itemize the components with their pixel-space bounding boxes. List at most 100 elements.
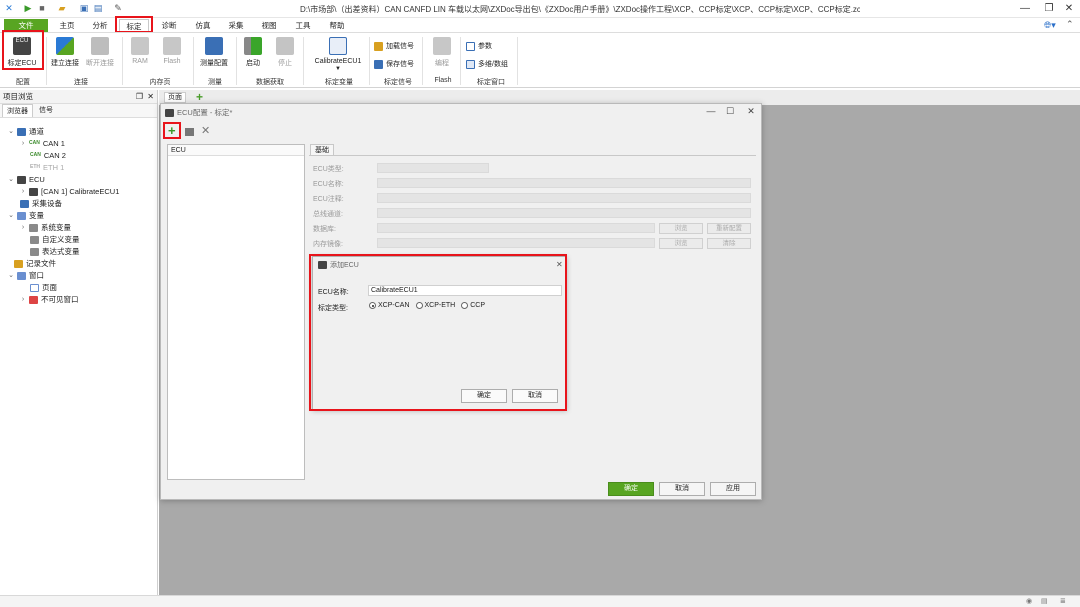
radio-xcp-eth[interactable]: XCP-ETH xyxy=(415,302,455,309)
menu-calibration[interactable]: 标定 xyxy=(119,19,149,32)
tree-ecu[interactable]: ⌄ ECU xyxy=(8,174,45,185)
delete-ecu-icon[interactable]: ✕ xyxy=(201,124,210,137)
save-icon[interactable]: ▣ xyxy=(78,2,90,14)
tree-channel[interactable]: ⌄ 通道 xyxy=(8,126,44,137)
ecu-config-titlebar: ECU配置 - 标定* xyxy=(165,107,232,118)
stop-button[interactable]: 停止 xyxy=(273,35,297,68)
close-icon[interactable]: ✕ xyxy=(1060,2,1078,15)
radio-ccp[interactable]: CCP xyxy=(461,302,485,309)
close-icon[interactable]: ✕ xyxy=(556,260,563,269)
radio-unchecked-icon xyxy=(415,302,423,309)
add-ecu-ok-button[interactable]: 确定 xyxy=(461,389,507,403)
radio-xcp-can[interactable]: XCP-CAN xyxy=(369,302,410,309)
tab-signal[interactable]: 信号 xyxy=(35,104,57,117)
tree-can2[interactable]: CAN CAN 2 xyxy=(30,150,66,161)
tree-invisible[interactable]: › 不可见窗口 xyxy=(20,294,79,305)
load-signal-button[interactable]: 加载信号 xyxy=(374,41,414,51)
add-ecu-icon[interactable]: + xyxy=(168,124,176,137)
menu-file[interactable]: 文件 xyxy=(4,19,48,32)
ecu-icon xyxy=(165,108,174,117)
clear-button[interactable]: 清除 xyxy=(707,238,751,249)
ecu-chip-icon: ECU xyxy=(13,37,31,55)
database-select[interactable] xyxy=(377,223,655,233)
tree-sysvar[interactable]: › 系统变量 xyxy=(20,222,71,233)
ecu-note-field[interactable] xyxy=(377,193,751,203)
tree-window[interactable]: ⌄ 窗口 xyxy=(8,270,44,281)
tree-ecu-item[interactable]: › [CAN 1] CalibrateECU1 xyxy=(20,186,120,197)
menu-simulation[interactable]: 仿真 xyxy=(192,19,214,32)
stop-icon[interactable]: ■ xyxy=(36,2,48,14)
close-icon[interactable]: ✕ xyxy=(744,106,758,117)
open-folder-icon[interactable]: ▰ xyxy=(56,2,68,14)
add-page-icon[interactable]: + xyxy=(196,91,203,103)
doc-tab-page[interactable]: 页面 xyxy=(164,92,186,103)
mem-image-row: 内存镜像: 浏览 清除 xyxy=(313,238,753,249)
connect-button[interactable]: 建立连接 xyxy=(50,35,80,68)
browse-image-button[interactable]: 浏览 xyxy=(659,238,703,249)
reconfig-button[interactable]: 重新配置 xyxy=(707,223,751,234)
menu-home[interactable]: 主页 xyxy=(56,19,78,32)
chevron-down-icon: ⌄ xyxy=(8,272,14,279)
chevron-up-icon[interactable]: ⌃ xyxy=(1066,19,1074,30)
browse-db-button[interactable]: 浏览 xyxy=(659,223,703,234)
maximize-icon[interactable]: ☐ xyxy=(723,106,737,117)
tree-custvar[interactable]: 自定义变量 xyxy=(30,234,80,245)
globe-icon[interactable]: 🌐︎▾ xyxy=(1044,20,1056,31)
flash-page-button[interactable]: Flash xyxy=(159,35,185,65)
minimize-icon[interactable]: — xyxy=(1016,2,1034,15)
tree-record[interactable]: 记录文件 xyxy=(14,258,56,269)
calibrate-ecu1-dropdown[interactable]: CalibrateECU1 ▼ xyxy=(311,35,365,72)
measure-config-button[interactable]: 测量配置 xyxy=(197,35,231,68)
calibrate-ecu-button[interactable]: ECU 标定ECU xyxy=(6,35,38,68)
pin-icon[interactable]: ❐ xyxy=(136,90,143,104)
bus-channel-select[interactable] xyxy=(377,208,751,218)
menu-collect[interactable]: 采集 xyxy=(225,19,247,32)
ecu-config-apply-button[interactable]: 应用 xyxy=(710,482,756,496)
ribbon-divider xyxy=(122,37,123,85)
menu-diagnostics[interactable]: 诊断 xyxy=(158,19,180,32)
chevron-down-icon: ▼ xyxy=(335,66,341,72)
tree-page[interactable]: 页面 xyxy=(30,282,57,293)
menu-view[interactable]: 视图 xyxy=(258,19,280,32)
disconnect-button[interactable]: 断开连接 xyxy=(84,35,116,68)
ecu-list[interactable]: ECU xyxy=(167,144,305,480)
status-list-icon: ≣ xyxy=(1060,598,1066,605)
program-button[interactable]: 编程 xyxy=(429,35,455,68)
ecu-name-input[interactable]: CalibrateECU1 xyxy=(368,285,562,296)
param-button[interactable]: 参数 xyxy=(466,41,492,51)
start-button[interactable]: 启动 xyxy=(241,35,265,68)
ecu-name-field[interactable] xyxy=(377,178,751,188)
tree-can1[interactable]: › CAN CAN 1 xyxy=(20,138,65,149)
tree-variables[interactable]: ⌄ 变量 xyxy=(8,210,44,221)
save-all-icon[interactable]: ▤ xyxy=(92,2,104,14)
run-icon[interactable]: ▶ xyxy=(22,2,34,14)
mem-image-field[interactable] xyxy=(377,238,655,248)
group-calsignal-label: 标定信号 xyxy=(384,79,412,86)
restore-icon[interactable]: ❐ xyxy=(1040,2,1058,15)
ram-button[interactable]: RAM xyxy=(127,35,153,65)
menu-tools[interactable]: 工具 xyxy=(292,19,314,32)
close-panel-icon[interactable]: ✕ xyxy=(147,90,154,104)
ecu-list-icon xyxy=(329,37,347,55)
menu-analysis[interactable]: 分析 xyxy=(89,19,111,32)
chevron-right-icon: › xyxy=(21,188,25,195)
tree-collect[interactable]: 采集设备 xyxy=(20,198,62,209)
tab-browser[interactable]: 浏览器 xyxy=(2,104,33,117)
add-ecu-cancel-button[interactable]: 取消 xyxy=(512,389,558,403)
tree-eth1[interactable]: ETH ETH 1 xyxy=(30,162,64,173)
hidden-window-icon xyxy=(29,295,38,304)
tree-exprvar[interactable]: 表达式变量 xyxy=(30,246,80,257)
save-signal-button[interactable]: 保存信号 xyxy=(374,59,414,69)
ribbon-divider xyxy=(369,37,370,85)
wrench-icon[interactable]: ✎ xyxy=(112,2,124,14)
ecu-type-row: ECU类型: xyxy=(313,163,753,174)
menu-help[interactable]: 帮助 xyxy=(326,19,348,32)
minimize-icon[interactable]: — xyxy=(704,106,718,116)
tab-basic[interactable]: 基础 xyxy=(310,144,334,155)
multi-data-button[interactable]: 多维/数组 xyxy=(466,59,508,69)
ecu-config-cancel-button[interactable]: 取消 xyxy=(659,482,705,496)
ecu-type-select[interactable] xyxy=(377,163,489,173)
copy-ecu-icon[interactable] xyxy=(185,128,194,136)
ecu-config-ok-button[interactable]: 确定 xyxy=(608,482,654,496)
ecu-list-header: ECU xyxy=(168,145,304,156)
